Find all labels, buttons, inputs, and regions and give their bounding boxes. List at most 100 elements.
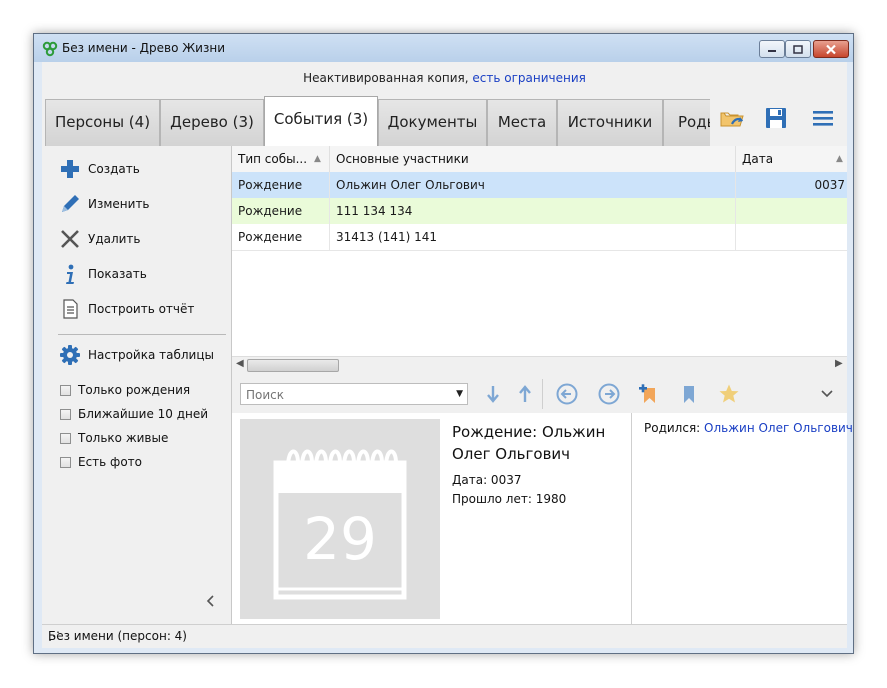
maximize-icon: [793, 44, 803, 54]
scroll-left-icon[interactable]: ◀: [236, 358, 244, 369]
event-date: Дата: 0037: [452, 473, 522, 487]
maximize-button[interactable]: [785, 40, 811, 58]
born-person-link[interactable]: Ольжин Олег Ольгович: [704, 421, 853, 435]
checkbox[interactable]: [60, 384, 71, 396]
filter-only-alive[interactable]: Только живые: [60, 430, 168, 446]
resize-grip-icon[interactable]: ⋰: [48, 629, 843, 645]
move-up-button[interactable]: [514, 383, 536, 405]
app-window: Без имени - Древо Жизни Неактивированная…: [33, 33, 854, 654]
tab-persons[interactable]: Персоны (4): [45, 99, 160, 146]
collapse-panel-icon[interactable]: [204, 594, 218, 608]
gear-icon: [60, 345, 80, 365]
table-row[interactable]: Рождение 111 134 134: [232, 198, 847, 225]
filter-label: Есть фото: [78, 455, 142, 469]
edit-label: Изменить: [88, 197, 150, 211]
pencil-icon: [62, 195, 79, 212]
forward-circle-icon: [598, 383, 620, 405]
client-area: Неактивированная копия, есть ограничения…: [42, 62, 853, 648]
event-title: Рождение: Ольжин Олег Ольгович: [452, 423, 606, 463]
arrow-down-icon: [487, 386, 499, 403]
open-folder-icon[interactable]: [718, 104, 746, 132]
notice-text: Неактивированная копия,: [303, 71, 469, 85]
table-settings-label: Настройка таблицы: [88, 348, 214, 362]
create-label: Создать: [88, 162, 140, 176]
search-box[interactable]: ▼: [240, 383, 468, 405]
activation-notice: Неактивированная копия, есть ограничения: [42, 62, 847, 94]
table-row[interactable]: Рождение Ольжин Олег Ольгович 0037: [232, 172, 847, 199]
close-button[interactable]: [813, 40, 849, 58]
main-tabs: Персоны (4) Дерево (3) События (3) Докум…: [45, 96, 710, 146]
minimize-button[interactable]: [759, 40, 785, 58]
window-title: Без имени - Древо Жизни: [62, 41, 226, 55]
add-bookmark-button[interactable]: [636, 383, 658, 405]
cell-date: [736, 224, 847, 250]
back-circle-icon: [556, 383, 578, 405]
menu-icon[interactable]: [809, 104, 837, 132]
filter-label: Ближайшие 10 дней: [78, 407, 209, 421]
table-settings-button[interactable]: Настройка таблицы: [58, 344, 214, 366]
back-button[interactable]: [556, 383, 578, 405]
delete-label: Удалить: [88, 232, 141, 246]
title-bar: Без имени - Древо Жизни: [34, 34, 853, 62]
bookmark-button[interactable]: [678, 383, 700, 405]
move-down-button[interactable]: [482, 383, 504, 405]
plus-icon: [61, 160, 79, 178]
column-participants[interactable]: Основные участники: [330, 146, 736, 172]
arrow-up-icon: [519, 385, 531, 402]
tab-documents[interactable]: Документы: [378, 99, 487, 146]
show-label: Показать: [88, 267, 147, 281]
horizontal-scrollbar[interactable]: ◀ ▶: [232, 356, 847, 374]
search-input[interactable]: [244, 385, 448, 405]
dropdown-arrow-icon[interactable]: ▼: [456, 389, 463, 399]
cell-date: [736, 198, 847, 224]
events-table: Тип собы... ▲ Основные участники Дата ▲ …: [232, 146, 847, 356]
bookmark-icon: [684, 386, 694, 403]
close-icon: [826, 44, 836, 54]
actions-divider: [58, 334, 226, 335]
delete-x-icon: [61, 230, 79, 248]
actions-panel: Создать Изменить Удалить Показать Постро…: [42, 146, 232, 624]
expand-toolbar-button[interactable]: [816, 383, 838, 405]
cell-participants: 31413 (141) 141: [330, 224, 736, 250]
add-bookmark-icon: [639, 384, 655, 403]
create-button[interactable]: Создать: [58, 158, 140, 180]
column-date[interactable]: Дата: [736, 146, 847, 172]
cell-event-type: Рождение: [232, 198, 330, 224]
save-icon[interactable]: [762, 104, 790, 132]
filter-has-photo[interactable]: Есть фото: [60, 454, 142, 470]
tab-sources[interactable]: Источники: [557, 99, 663, 146]
checkbox[interactable]: [60, 456, 71, 468]
tab-places[interactable]: Места: [487, 99, 557, 146]
calendar-day: 29: [303, 505, 377, 573]
cell-event-type: Рождение: [232, 224, 330, 250]
filter-only-births[interactable]: Только рождения: [60, 382, 190, 398]
forward-button[interactable]: [598, 383, 620, 405]
table-row[interactable]: Рождение 31413 (141) 141: [232, 224, 847, 251]
filter-label: Только живые: [78, 431, 169, 445]
status-bar: Без имени (персон: 4) ⋰: [42, 624, 847, 648]
event-photo: 29: [240, 419, 440, 619]
favorite-button[interactable]: [718, 383, 740, 405]
delete-button[interactable]: Удалить: [58, 228, 141, 250]
edit-button[interactable]: Изменить: [58, 193, 150, 215]
filter-label: Только рождения: [78, 383, 191, 397]
checkbox[interactable]: [60, 408, 71, 420]
filter-next-10-days[interactable]: Ближайшие 10 дней: [60, 406, 208, 422]
show-button[interactable]: Показать: [58, 263, 147, 285]
tab-events[interactable]: События (3): [264, 96, 378, 146]
restrictions-link[interactable]: есть ограничения: [472, 71, 585, 85]
report-button[interactable]: Построить отчёт: [58, 298, 194, 320]
tab-relatives[interactable]: Родь: [663, 99, 710, 146]
cell-participants: Ольжин Олег Ольгович: [330, 172, 736, 198]
detail-toolbar: ▼: [232, 373, 847, 413]
star-icon: [719, 384, 739, 403]
scroll-right-icon[interactable]: ▶: [835, 358, 843, 369]
chevron-down-icon: [821, 390, 833, 398]
born-label: Родился:: [644, 421, 701, 435]
checkbox[interactable]: [60, 432, 71, 444]
minimize-icon: [768, 50, 776, 52]
scroll-thumb[interactable]: [247, 359, 339, 372]
toolbar-divider: [542, 379, 543, 409]
cell-date: 0037: [814, 178, 845, 192]
tab-tree[interactable]: Дерево (3): [160, 99, 264, 146]
